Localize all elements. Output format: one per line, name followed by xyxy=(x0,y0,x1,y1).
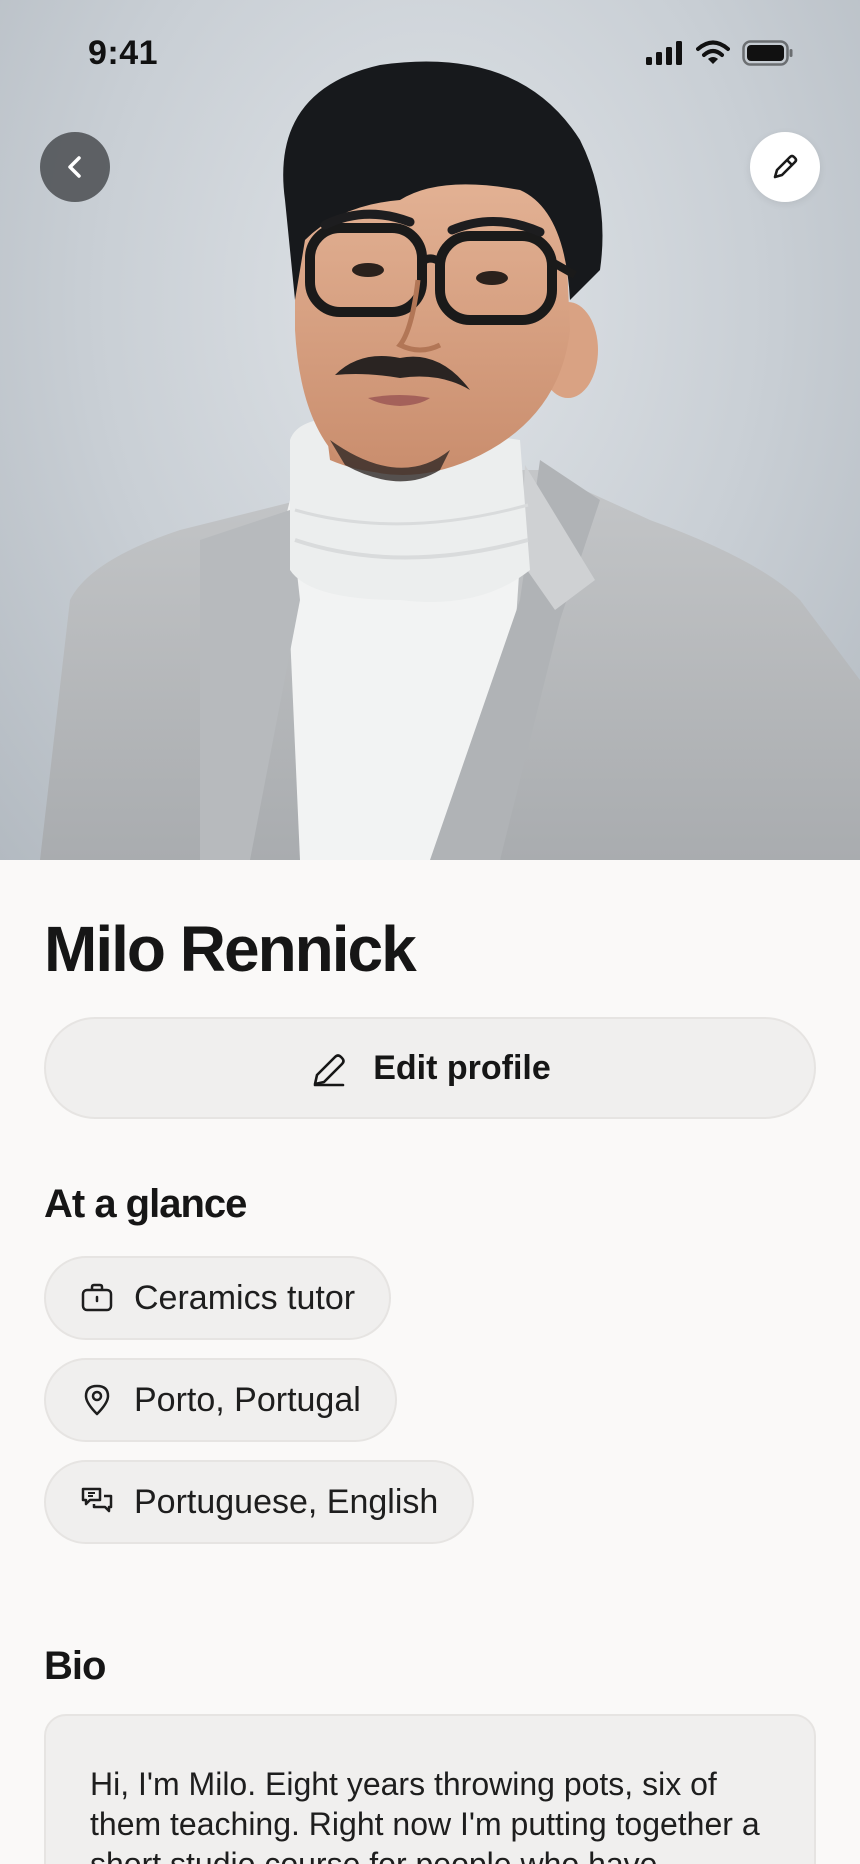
glance-item-location: Porto, Portugal xyxy=(44,1358,397,1442)
status-time: 9:41 xyxy=(88,34,159,72)
speech-bubbles-icon xyxy=(81,1487,113,1513)
glance-item-label: Portuguese, English xyxy=(134,1482,439,1521)
portrait-image xyxy=(40,61,860,860)
bio-title: Bio xyxy=(44,1644,106,1688)
wifi-icon xyxy=(696,40,730,64)
glance-item-languages: Portuguese, English xyxy=(44,1460,475,1544)
at-a-glance-title: At a glance xyxy=(44,1182,247,1226)
edit-photo-button[interactable] xyxy=(750,132,820,202)
glance-item-label: Ceramics tutor xyxy=(134,1278,356,1317)
edit-profile-label: Edit profile xyxy=(373,1048,551,1087)
edit-profile-button[interactable]: Edit profile xyxy=(44,1017,816,1119)
status-bar: 9:41 xyxy=(0,0,860,110)
location-pin-icon xyxy=(84,1384,110,1416)
profile-photo: 9:41 xyxy=(0,0,860,860)
glance-item-occupation: Ceramics tutor xyxy=(44,1256,392,1340)
bio-card: Hi, I'm Milo. Eight years throwing pots,… xyxy=(44,1714,816,1864)
status-icons xyxy=(646,40,794,66)
chevron-left-icon xyxy=(68,156,81,178)
bio-text: Hi, I'm Milo. Eight years throwing pots,… xyxy=(90,1766,760,1864)
cellular-signal-icon xyxy=(646,41,682,65)
pencil-icon xyxy=(313,1054,346,1087)
back-button[interactable] xyxy=(40,132,110,202)
glance-item-label: Porto, Portugal xyxy=(134,1380,361,1419)
briefcase-icon xyxy=(81,1283,113,1312)
profile-content: Milo Rennick Edit profile At a glance Ce… xyxy=(0,860,860,1864)
profile-name: Milo Rennick xyxy=(44,913,417,985)
pencil-icon xyxy=(773,154,798,179)
battery-icon xyxy=(742,40,793,66)
